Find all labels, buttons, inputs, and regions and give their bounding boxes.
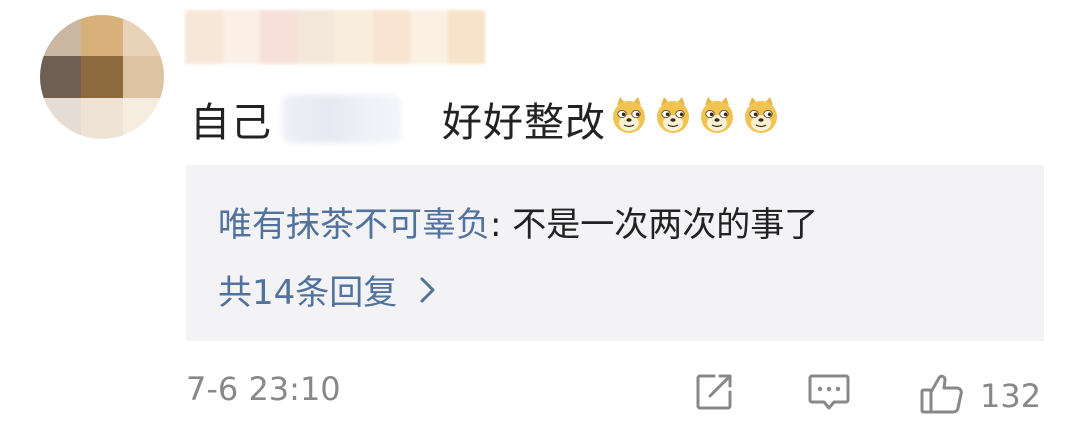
chevron-right-icon [419,275,437,305]
comment-text: 自己 好好整改 [190,88,782,150]
view-replies-label: 共14条回复 [218,273,398,313]
comment-icon [806,370,852,418]
reply-button[interactable] [806,370,852,418]
doge-emoji-icon [696,94,738,136]
comment-text-suffix: 好好整改 [442,100,606,146]
avatar[interactable] [40,15,164,139]
redacted-blur [282,95,402,143]
timestamp: 7-6 23:10 [186,370,341,408]
doge-emoji-icon [608,94,650,136]
share-icon [692,370,736,418]
comment-text-prefix: 自己 [190,100,272,146]
emoji-row [606,94,782,145]
thumbs-up-icon [918,370,966,422]
reply-author[interactable]: 唯有抹茶不可辜负 [218,205,490,245]
like-button[interactable]: 132 [918,370,1041,422]
like-count: 132 [980,377,1042,415]
reply-text: 不是一次两次的事了 [512,205,819,245]
view-replies-link[interactable]: 共14条回复 [218,265,437,314]
share-button[interactable] [692,370,736,418]
reply-line: 唯有抹茶不可辜负: 不是一次两次的事了 [218,197,818,246]
reply-separator: : [490,205,513,245]
doge-emoji-icon [740,94,782,136]
username-blurred[interactable] [185,10,485,64]
reply-preview[interactable]: 唯有抹茶不可辜负: 不是一次两次的事了 共14条回复 [186,165,1044,341]
doge-emoji-icon [652,94,694,136]
